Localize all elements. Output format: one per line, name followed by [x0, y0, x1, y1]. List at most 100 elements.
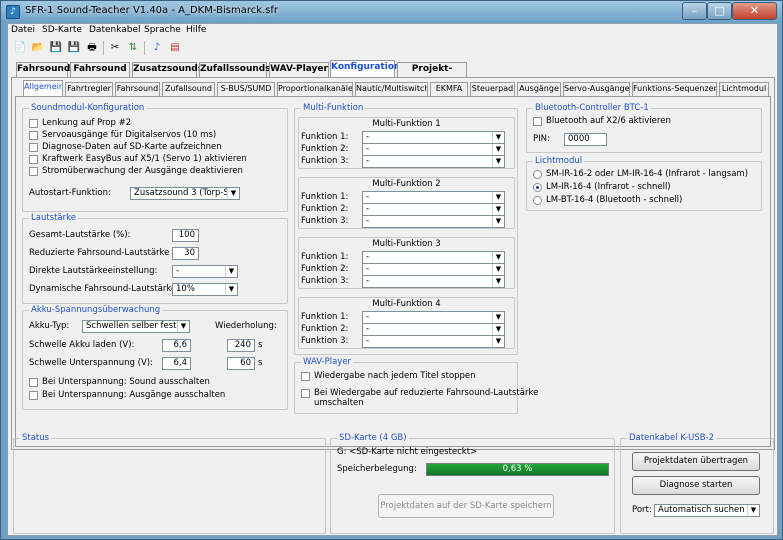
sdkarte-group: SD-Karte (4 GB) G: <SD-Karte nicht einge…: [330, 433, 615, 534]
print-icon[interactable]: 🖶: [85, 41, 99, 55]
diagnose-starten-button[interactable]: Diagnose starten: [632, 476, 760, 495]
new-file-icon[interactable]: 📄: [13, 41, 27, 55]
close-button[interactable]: ✕: [732, 2, 777, 20]
sd-save-button[interactable]: Projektdaten auf der SD-Karte speichern: [378, 494, 554, 518]
stromueberwachung-checkbox[interactable]: [29, 167, 38, 176]
tab-wav-player[interactable]: WAV-Player: [269, 62, 329, 77]
open-folder-icon[interactable]: 📂: [31, 41, 45, 55]
tab-konfiguration[interactable]: Konfiguration: [330, 60, 400, 77]
usb-connect-icon[interactable]: ⇅: [126, 41, 140, 55]
tab-zufallsound[interactable]: Zufallsound: [162, 82, 215, 96]
tab-funktions-sequenzen[interactable]: Funktions-Sequenzen: [632, 82, 717, 96]
lichtmodul-radio-bt-schnell[interactable]: [533, 196, 542, 205]
tab-servo-ausgaenge[interactable]: Servo-Ausgänge: [563, 82, 630, 96]
digitalservo-checkbox[interactable]: [29, 131, 38, 140]
tab-ekmfa[interactable]: EKMFA: [430, 82, 468, 96]
port-label: Port:: [632, 505, 652, 515]
tab-fahrsound-sub[interactable]: Fahrsound: [115, 82, 160, 96]
menu-bar: Datei SD-Karte Datenkabel Sprache Hilfe: [8, 24, 777, 38]
app-icon: ♪: [6, 5, 20, 19]
tab-steuerpad[interactable]: Steuerpad: [470, 82, 515, 96]
schwelle-unterspannung-input[interactable]: 6,4: [162, 357, 191, 370]
title-bar[interactable]: ♪ SFR-1 Sound-Teacher V1.40a - A_DKM-Bis…: [1, 1, 782, 23]
speicherbelegung-progress: 0,63 %: [426, 463, 609, 476]
tab-lichtmodul[interactable]: Lichtmodul: [719, 82, 769, 96]
chevron-down-icon: ▼: [492, 144, 504, 155]
window-title: SFR-1 Sound-Teacher V1.40a - A_DKM-Bisma…: [25, 5, 279, 16]
wavplayer-group: WAV-Player Wiedergabe nach jedem Titel s…: [294, 357, 538, 414]
autostart-label: Autostart-Funktion:: [29, 188, 111, 198]
minimize-button[interactable]: –: [682, 2, 707, 20]
pdf-icon[interactable]: ▤: [168, 41, 182, 55]
tab-sbus-sumd[interactable]: S-BUS/SUMD: [217, 82, 275, 96]
tab-fahrsound-2[interactable]: Fahrsound 2: [70, 62, 130, 87]
direkt-lautstaerke-select[interactable]: - ▼: [172, 265, 238, 278]
lichtmodul-radio-ir-langsam[interactable]: [533, 170, 542, 179]
reduzierte-lautstaerke-checkbox[interactable]: [301, 389, 310, 398]
funktion-value: -: [366, 252, 370, 262]
akku-typ-select[interactable]: Schwellen selber festlege ▼: [82, 320, 190, 333]
unit-seconds: s: [258, 358, 263, 368]
funktion-label: Funktion 1:: [301, 132, 349, 142]
tab-zusatzsounds[interactable]: Zusatzsounds: [132, 62, 203, 77]
tab-fahrtregler[interactable]: Fahrtregler: [65, 82, 113, 96]
save-as-icon[interactable]: 💾: [67, 41, 81, 55]
bluetooth-checkbox[interactable]: [533, 117, 542, 126]
menu-datenkabel[interactable]: Datenkabel: [89, 25, 141, 35]
radio-label: LM-IR-16-4 (Infrarot - schnell): [546, 182, 671, 192]
diagnose-daten-checkbox[interactable]: [29, 143, 38, 152]
schwelle-laden-input[interactable]: 6,6: [162, 339, 191, 352]
tab-nautic-multiswitch[interactable]: Nautic/Multiswitch: [355, 82, 428, 96]
sdkarte-drive-text: G: <SD-Karte nicht eingesteckt>: [337, 447, 478, 457]
projektdaten-uebertragen-button[interactable]: Projektdaten übertragen: [632, 452, 760, 471]
autostart-select[interactable]: Zusatzsound 3 (Torp-Schi ▼: [130, 187, 240, 200]
port-select[interactable]: Automatisch suchen ▼: [654, 504, 760, 517]
funktion-value: -: [366, 312, 370, 322]
unterspannung-wiederholung-input[interactable]: 60: [227, 357, 255, 370]
easybus-checkbox[interactable]: [29, 155, 38, 164]
toolbar-separator: [144, 41, 145, 55]
tab-ausgaenge[interactable]: Ausgänge: [517, 82, 561, 96]
tab-zufallssounds[interactable]: Zufallssounds: [199, 62, 271, 77]
unterspannung-ausgaenge-checkbox[interactable]: [29, 391, 38, 400]
port-value: Automatisch suchen: [658, 505, 745, 515]
reduziert-lautstaerke-input[interactable]: 30: [172, 247, 199, 260]
funktion-select[interactable]: - ▼: [362, 275, 505, 288]
save-icon[interactable]: 💾: [49, 41, 63, 55]
tab-fahrsound[interactable]: Fahrsound: [16, 62, 70, 77]
menu-sprache[interactable]: Sprache: [144, 25, 181, 35]
titel-stoppen-checkbox[interactable]: [301, 372, 310, 381]
laden-wiederholung-input[interactable]: 240: [227, 339, 255, 352]
tab-proportionalkanaele[interactable]: Proportionalkanäle: [277, 82, 353, 96]
dynamisch-lautstaerke-select[interactable]: 10% ▼: [172, 283, 238, 296]
chevron-down-icon: ▼: [492, 156, 504, 167]
checkbox-label: Bluetooth auf X2/6 aktivieren: [546, 116, 671, 126]
menu-sd-karte[interactable]: SD-Karte: [42, 25, 82, 35]
chevron-down-icon: ▼: [492, 252, 504, 263]
music-note-icon[interactable]: ♪: [150, 41, 164, 55]
gesamt-lautstaerke-input[interactable]: 100: [172, 229, 199, 242]
lichtmodul-radio-ir-schnell[interactable]: [533, 183, 542, 192]
unit-seconds: s: [258, 340, 263, 350]
funktion-value: -: [366, 264, 370, 274]
chevron-down-icon: ▼: [492, 324, 504, 335]
tab-allgemein[interactable]: Allgemein: [23, 80, 63, 96]
funktion-select[interactable]: - ▼: [362, 155, 505, 168]
unterspannung-sound-checkbox[interactable]: [29, 378, 38, 387]
funktion-label: Funktion 1:: [301, 312, 349, 322]
lenkung-checkbox[interactable]: [29, 119, 38, 128]
direkt-lautstaerke-label: Direkte Lautstärkeeinstellung:: [29, 266, 158, 276]
group-title: SD-Karte (4 GB): [337, 433, 409, 443]
multifunktion-group: Multi-Funktion Multi-Funktion 1 Funktion…: [294, 103, 518, 355]
chevron-down-icon: ▼: [492, 132, 504, 143]
funktion-select[interactable]: - ▼: [362, 335, 505, 348]
tab-projekt-notizen[interactable]: Projekt-Notizen: [397, 62, 467, 87]
menu-hilfe[interactable]: Hilfe: [186, 25, 206, 35]
menu-datei[interactable]: Datei: [11, 25, 35, 35]
schwelle-unterspannung-label: Schwelle Unterspannung (V):: [29, 358, 153, 368]
funktion-select[interactable]: - ▼: [362, 215, 505, 228]
group-title: WAV-Player: [301, 357, 354, 367]
maximize-button[interactable]: □: [707, 2, 732, 20]
cut-icon[interactable]: ✂: [108, 41, 122, 55]
pin-input[interactable]: 0000: [564, 133, 607, 146]
